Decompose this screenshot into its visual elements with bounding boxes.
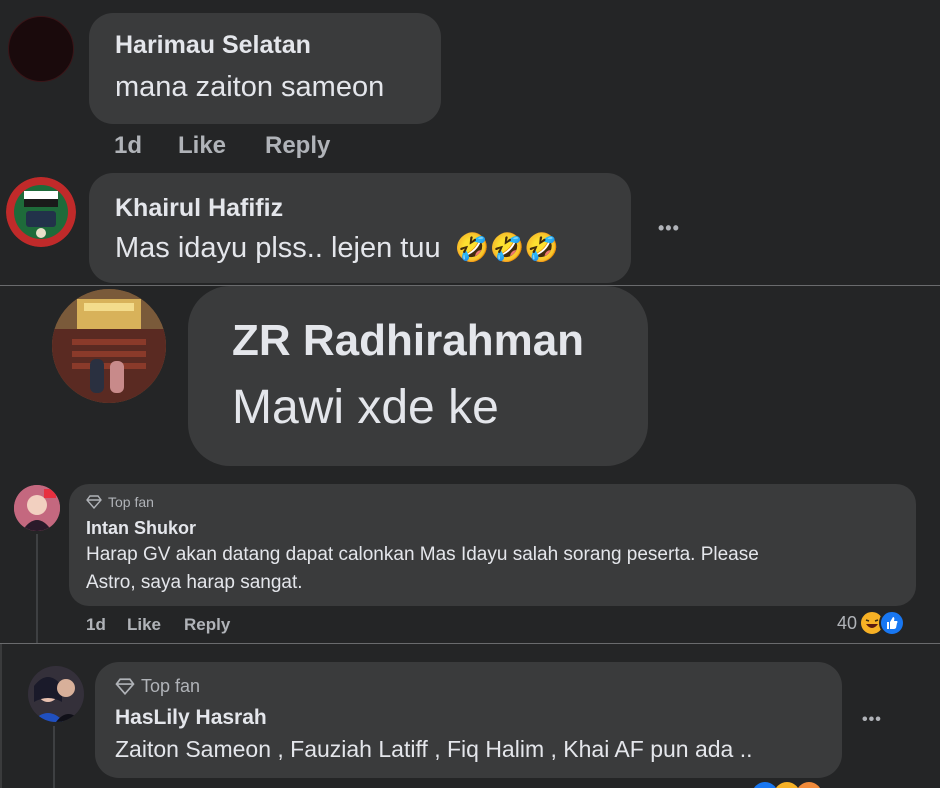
like-reaction-icon [752, 782, 778, 788]
avatar[interactable] [8, 16, 74, 82]
comment-haslily-hasrah: Top fan HasLily Hasrah Zaiton Sameon , F… [0, 644, 940, 788]
comment-bubble: Khairul Hafifiz Mas idayu plss.. lejen t… [89, 173, 631, 283]
comment-text: Mawi xde ke [232, 381, 499, 434]
profile-picture-icon [28, 666, 84, 722]
comment-text-line2: Astro, saya harap sangat. [86, 572, 303, 593]
top-fan-label: Top fan [108, 494, 154, 510]
reply-button[interactable]: Reply [184, 615, 230, 635]
comment-bubble: Top fan Intan Shukor Harap GV akan datan… [69, 484, 916, 606]
avatar[interactable] [52, 289, 166, 403]
thread-line [36, 534, 38, 643]
comment-zr-radhirahman: ZR Radhirahman Mawi xde ke [0, 286, 940, 476]
avatar[interactable] [6, 177, 76, 247]
timestamp[interactable]: 1d [114, 132, 142, 160]
like-button[interactable]: Like [127, 615, 161, 635]
top-fan-badge: Top fan [86, 494, 154, 510]
commenter-name[interactable]: ZR Radhirahman [232, 316, 584, 366]
comment-harimau-selatan: Harimau Selatan mana zaiton sameon 1d Li… [0, 0, 940, 170]
avatar[interactable] [14, 485, 60, 531]
comment-text-line1: Harap GV akan datang dapat calonkan Mas … [86, 544, 759, 565]
reactions-summary[interactable]: 40 [837, 610, 906, 636]
comment-bubble: ZR Radhirahman Mawi xde ke [188, 286, 648, 466]
top-fan-label: Top fan [141, 676, 201, 696]
profile-picture-icon [52, 289, 166, 403]
like-reaction-icon [879, 610, 906, 636]
comment-text: mana zaiton sameon [115, 71, 385, 103]
rolling-laughing-emoji: 🤣🤣🤣 [454, 232, 560, 263]
comment-text: Mas idayu plss.. lejen tuu 🤣🤣🤣 [115, 231, 559, 265]
comment-text: Zaiton Sameon , Fauziah Latiff , Fiq Hal… [115, 736, 753, 762]
comment-bubble: Harimau Selatan mana zaiton sameon [89, 13, 441, 124]
timestamp[interactable]: 1d [86, 615, 106, 635]
more-options-icon[interactable]: ••• [862, 711, 882, 729]
thread-line [53, 726, 55, 788]
diamond-icon [86, 495, 102, 509]
comment-text-body: Mas idayu plss.. lejen tuu [115, 232, 441, 264]
haha-reaction-icon [774, 782, 800, 788]
diamond-icon [115, 678, 135, 695]
like-button[interactable]: Like [178, 132, 226, 160]
more-options-icon[interactable]: ••• [658, 218, 680, 239]
comment-intan-shukor: Top fan Intan Shukor Harap GV akan datan… [0, 476, 940, 643]
top-fan-badge: Top fan [115, 676, 200, 697]
profile-picture-icon [14, 485, 60, 531]
comment-khairul-hafifiz: Khairul Hafifiz Mas idayu plss.. lejen t… [0, 170, 940, 285]
commenter-name[interactable]: Intan Shukor [86, 518, 196, 539]
commenter-name[interactable]: Harimau Selatan [115, 31, 311, 60]
comment-bubble: Top fan HasLily Hasrah Zaiton Sameon , F… [95, 662, 842, 778]
commenter-name[interactable]: Khairul Hafifiz [115, 194, 283, 223]
reaction-count: 40 [837, 612, 858, 633]
reactions-summary-partial[interactable] [752, 782, 822, 788]
commenter-name[interactable]: HasLily Hasrah [115, 706, 267, 730]
care-reaction-icon [796, 782, 822, 788]
profile-picture-icon [6, 177, 76, 247]
reply-button[interactable]: Reply [265, 132, 330, 160]
avatar[interactable] [28, 666, 84, 722]
